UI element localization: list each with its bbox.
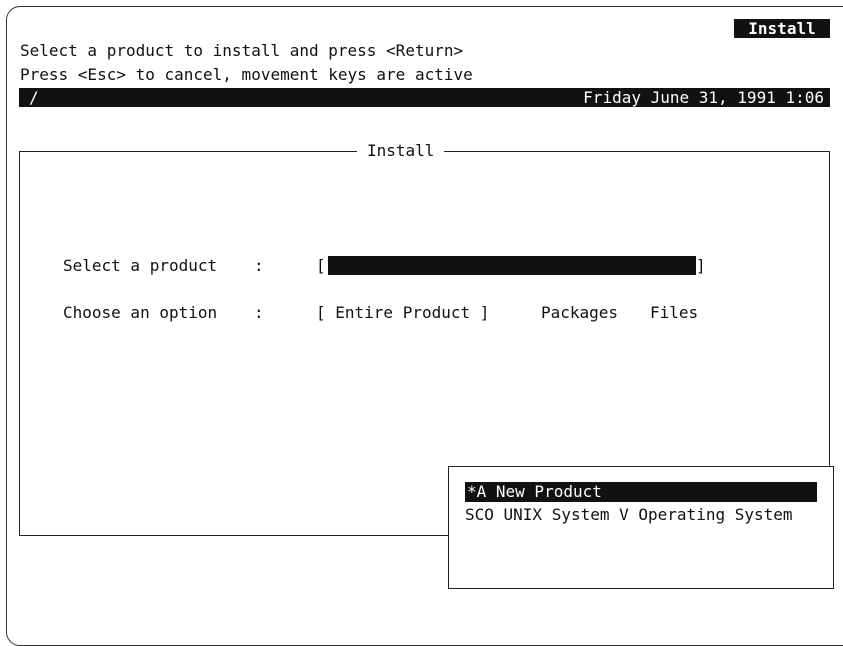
product-field-open-bracket: [ <box>316 256 326 275</box>
form-title: Install <box>357 141 445 161</box>
instruction-line-select: Select a product to install and press <R… <box>20 41 464 60</box>
option-field-label: Choose an option <box>63 303 218 322</box>
status-bar: / Friday June 31, 1991 1:06 <box>19 88 830 107</box>
product-list-item[interactable]: *A New Product <box>465 482 817 502</box>
option-field-colon: : <box>254 303 264 322</box>
product-field-colon: : <box>254 256 264 275</box>
product-field-label: Select a product <box>63 256 218 275</box>
option-entire-product[interactable]: [ Entire Product ] <box>316 303 489 323</box>
option-files[interactable]: Files <box>650 303 698 323</box>
product-field-close-bracket: ] <box>696 256 706 275</box>
option-packages[interactable]: Packages <box>541 303 618 323</box>
app-title-badge: Install <box>734 19 830 38</box>
product-list-item[interactable]: SCO UNIX System V Operating System <box>465 505 793 525</box>
instruction-line-cancel: Press <Esc> to cancel, movement keys are… <box>20 65 473 84</box>
status-datetime: Friday June 31, 1991 1:06 <box>583 88 824 107</box>
current-path: / <box>29 88 39 107</box>
product-input-field[interactable] <box>328 256 696 275</box>
product-list-popup: *A New Product SCO UNIX System V Operati… <box>448 466 834 589</box>
